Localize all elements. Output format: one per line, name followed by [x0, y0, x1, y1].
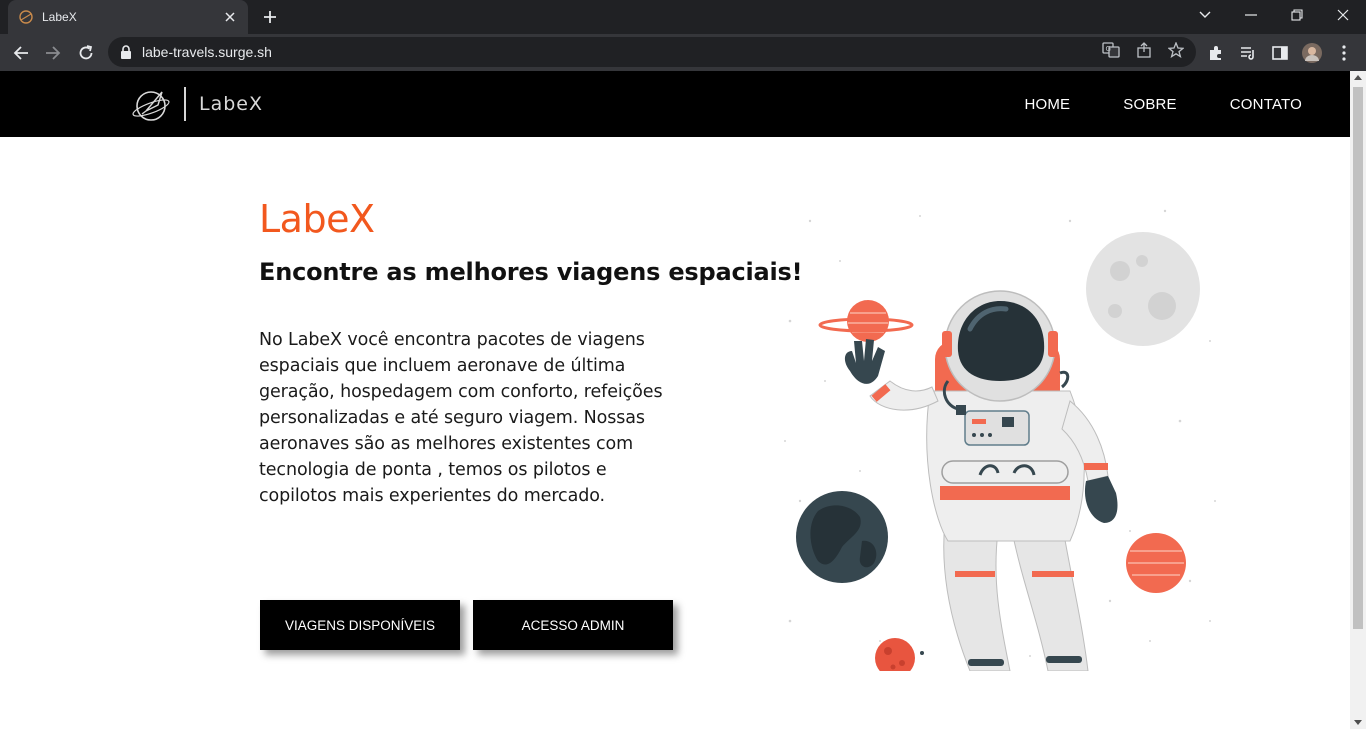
reload-button[interactable] — [73, 40, 99, 66]
mars-icon — [875, 638, 924, 671]
rocket-planet-icon — [132, 84, 172, 124]
svg-text:G: G — [1106, 45, 1111, 53]
browser-toolbar: labe-travels.surge.sh G — [0, 34, 1366, 71]
reload-icon — [79, 45, 93, 60]
main-nav: HOME SOBRE CONTATO — [971, 71, 1302, 137]
side-panel-icon[interactable] — [1269, 42, 1291, 64]
brand-logo[interactable]: LabeX — [132, 85, 263, 123]
share-icon[interactable] — [1133, 39, 1155, 61]
brand-name: LabeX — [199, 93, 263, 115]
site-header: LabeX HOME SOBRE CONTATO — [0, 71, 1350, 137]
page-scrollbar[interactable] — [1350, 71, 1366, 729]
scrollbar-thumb[interactable] — [1353, 87, 1363, 629]
restore-icon — [1291, 9, 1303, 21]
arrow-left-icon — [13, 46, 28, 60]
ringed-planet-icon — [818, 300, 914, 342]
moon-icon — [1086, 232, 1200, 346]
close-icon — [1337, 9, 1349, 21]
browser-tabstrip: LabeX — [0, 0, 1366, 34]
menu-kebab-icon[interactable] — [1333, 42, 1355, 64]
brand-divider — [184, 87, 186, 121]
nav-link-contato[interactable]: CONTATO — [1230, 96, 1302, 113]
lock-icon — [120, 45, 134, 59]
new-tab-button[interactable] — [260, 7, 280, 27]
hero-title: LabeX — [259, 197, 375, 241]
profile-avatar[interactable] — [1301, 42, 1323, 64]
hero-description: No LabeX você encontra pacotes de viagen… — [259, 330, 663, 506]
chevron-down-icon — [1199, 11, 1211, 18]
nav-link-home[interactable]: HOME — [1024, 96, 1070, 113]
scroll-up-arrow-icon[interactable] — [1354, 75, 1362, 80]
restore-button[interactable] — [1274, 0, 1320, 30]
media-queue-icon[interactable] — [1237, 42, 1259, 64]
forward-button[interactable] — [40, 40, 66, 66]
translate-icon[interactable]: G — [1100, 39, 1122, 61]
address-bar[interactable]: labe-travels.surge.sh — [108, 37, 1196, 67]
close-tab-icon[interactable] — [222, 9, 238, 25]
orange-planet-icon — [1126, 533, 1186, 593]
extensions-icon[interactable] — [1205, 42, 1227, 64]
earth-icon — [796, 491, 888, 583]
browser-tab[interactable]: LabeX — [8, 0, 248, 34]
back-button[interactable] — [8, 40, 34, 66]
minimize-icon — [1245, 14, 1257, 16]
tab-search-button[interactable] — [1182, 0, 1228, 30]
hero-subtitle: Encontre as melhores viagens espaciais! — [259, 258, 803, 286]
minimize-button[interactable] — [1228, 0, 1274, 30]
close-window-button[interactable] — [1320, 0, 1366, 30]
available-trips-button[interactable]: VIAGENS DISPONÍVEIS — [260, 600, 460, 650]
tab-title: LabeX — [42, 10, 77, 24]
web-page: LabeX HOME SOBRE CONTATO LabeX Encontre … — [0, 71, 1350, 729]
favicon-icon — [18, 9, 34, 25]
bookmark-star-icon[interactable] — [1165, 39, 1187, 61]
arrow-right-icon — [46, 46, 61, 60]
plus-icon — [264, 11, 276, 23]
astronaut-illustration — [784, 209, 1216, 671]
astronaut-icon — [844, 290, 1118, 671]
admin-access-button[interactable]: ACESSO ADMIN — [473, 600, 673, 650]
url-text: labe-travels.surge.sh — [142, 44, 272, 60]
nav-link-sobre[interactable]: SOBRE — [1123, 96, 1177, 113]
scroll-down-arrow-icon[interactable] — [1354, 720, 1362, 725]
